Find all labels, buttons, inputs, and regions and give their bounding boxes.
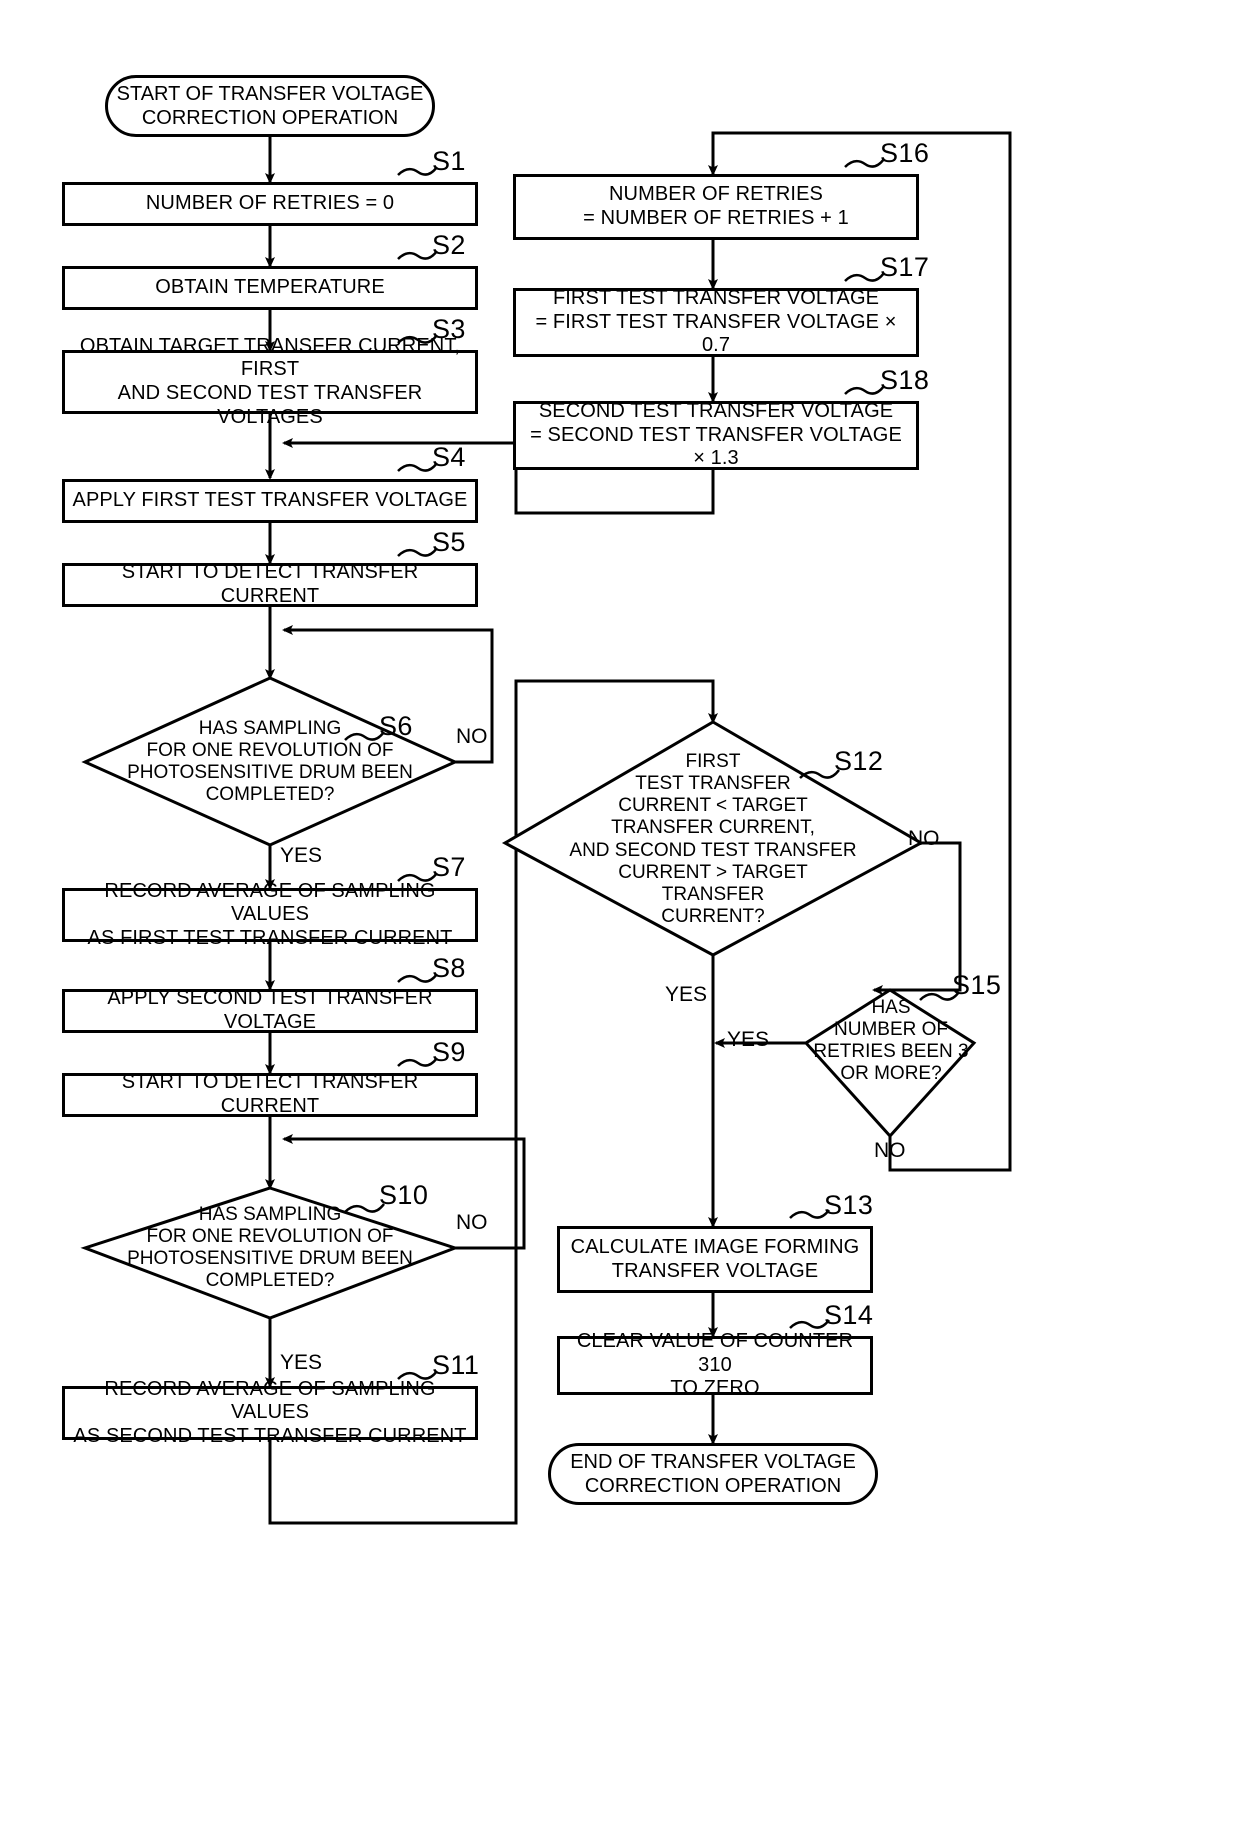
decision-s10-label: HAS SAMPLING FOR ONE REVOLUTION OF PHOTO… (127, 1203, 413, 1292)
step-tag-s18: S18 (880, 365, 930, 395)
process-s2: OBTAIN TEMPERATURE (62, 266, 478, 310)
step-tag-s3: S3 (432, 314, 466, 344)
process-s11: RECORD AVERAGE OF SAMPLING VALUES AS SEC… (62, 1378, 478, 1447)
branch-label-s10-yes: YES (280, 1351, 323, 1374)
branch-label-s12-no: NO (908, 827, 940, 850)
process-s7: RECORD AVERAGE OF SAMPLING VALUES AS FIR… (62, 880, 478, 949)
process-s18-label: SECOND TEST TRANSFER VOLTAGE = SECOND TE… (530, 400, 902, 470)
step-tag-s6: S6 (379, 711, 413, 741)
process-s4-label: APPLY FIRST TEST TRANSFER VOLTAGE (72, 489, 468, 512)
step-tag-s4: S4 (432, 442, 466, 472)
step-tag-s17: S17 (880, 252, 930, 282)
branch-label-s6-yes: YES (280, 844, 323, 867)
terminator-end: END OF TRANSFER VOLTAGE CORRECTION OPERA… (548, 1443, 878, 1505)
process-s3: OBTAIN TARGET TRANSFER CURRENT, FIRST AN… (62, 335, 478, 428)
branch-label-s6-no: NO (456, 725, 488, 748)
process-s13-label: CALCULATE IMAGE FORMING TRANSFER VOLTAGE (570, 1235, 860, 1282)
step-tag-s2: S2 (432, 230, 466, 260)
process-s16-label: NUMBER OF RETRIES = NUMBER OF RETRIES + … (583, 183, 849, 229)
flowchart-figure: START OF TRANSFER VOLTAGE CORRECTION OPE… (0, 0, 1240, 1841)
process-s16: NUMBER OF RETRIES = NUMBER OF RETRIES + … (513, 174, 919, 240)
step-tag-s7: S7 (432, 852, 466, 882)
branch-label-s10-no: NO (456, 1211, 488, 1234)
terminator-start: START OF TRANSFER VOLTAGE CORRECTION OPE… (105, 75, 435, 137)
process-s5: START TO DETECT TRANSFER CURRENT (62, 561, 478, 607)
process-s8-label: APPLY SECOND TEST TRANSFER VOLTAGE (107, 987, 433, 1033)
step-tag-s13: S13 (824, 1190, 874, 1220)
process-s13: CALCULATE IMAGE FORMING TRANSFER VOLTAGE (557, 1226, 873, 1293)
step-tag-s15: S15 (952, 970, 1002, 1000)
process-s4: APPLY FIRST TEST TRANSFER VOLTAGE (62, 479, 478, 523)
process-s17: FIRST TEST TRANSFER VOLTAGE = FIRST TEST… (513, 287, 919, 357)
process-s14-label: CLEAR VALUE OF COUNTER 310 TO ZERO (576, 1330, 854, 1400)
step-tag-s14: S14 (824, 1300, 874, 1330)
branch-label-s15-yes: YES (727, 1028, 770, 1051)
step-tag-s1: S1 (432, 146, 466, 176)
process-s11-label: RECORD AVERAGE OF SAMPLING VALUES AS SEC… (73, 1377, 467, 1447)
process-s14: CLEAR VALUE OF COUNTER 310 TO ZERO (557, 1330, 873, 1399)
step-tag-s8: S8 (432, 953, 466, 983)
decision-s12-label: FIRST TEST TRANSFER CURRENT < TARGET TRA… (569, 751, 857, 927)
process-s1-label: NUMBER OF RETRIES = 0 (145, 192, 395, 215)
decision-s15: HAS NUMBER OF RETRIES BEEN 3 OR MORE? (812, 995, 970, 1087)
decision-s6-label: HAS SAMPLING FOR ONE REVOLUTION OF PHOTO… (127, 717, 413, 806)
process-s7-label: RECORD AVERAGE OF SAMPLING VALUES AS FIR… (87, 879, 453, 949)
step-tag-s11: S11 (432, 1350, 480, 1380)
process-s8: APPLY SECOND TEST TRANSFER VOLTAGE (62, 987, 478, 1033)
process-s3-label: OBTAIN TARGET TRANSFER CURRENT, FIRST AN… (79, 334, 461, 428)
process-s5-label: START TO DETECT TRANSFER CURRENT (121, 561, 419, 607)
process-s18: SECOND TEST TRANSFER VOLTAGE = SECOND TE… (513, 400, 919, 470)
decision-s15-label: HAS NUMBER OF RETRIES BEEN 3 OR MORE? (813, 996, 969, 1085)
process-s17-label: FIRST TEST TRANSFER VOLTAGE = FIRST TEST… (535, 287, 897, 357)
step-tag-s12: S12 (834, 746, 884, 776)
terminator-start-label: START OF TRANSFER VOLTAGE CORRECTION OPE… (116, 83, 424, 129)
decision-s12: FIRST TEST TRANSFER CURRENT < TARGET TRA… (548, 751, 878, 927)
process-s1: NUMBER OF RETRIES = 0 (62, 182, 478, 226)
step-tag-s16: S16 (880, 138, 930, 168)
process-s9-label: START TO DETECT TRANSFER CURRENT (121, 1071, 419, 1117)
step-tag-s5: S5 (432, 527, 466, 557)
terminator-end-label: END OF TRANSFER VOLTAGE CORRECTION OPERA… (570, 1451, 856, 1497)
process-s2-label: OBTAIN TEMPERATURE (155, 276, 385, 299)
branch-label-s15-no: NO (874, 1139, 906, 1162)
step-tag-s9: S9 (432, 1037, 466, 1067)
step-tag-s10: S10 (379, 1180, 429, 1210)
branch-label-s12-yes: YES (665, 983, 708, 1006)
process-s9: START TO DETECT TRANSFER CURRENT (62, 1071, 478, 1117)
